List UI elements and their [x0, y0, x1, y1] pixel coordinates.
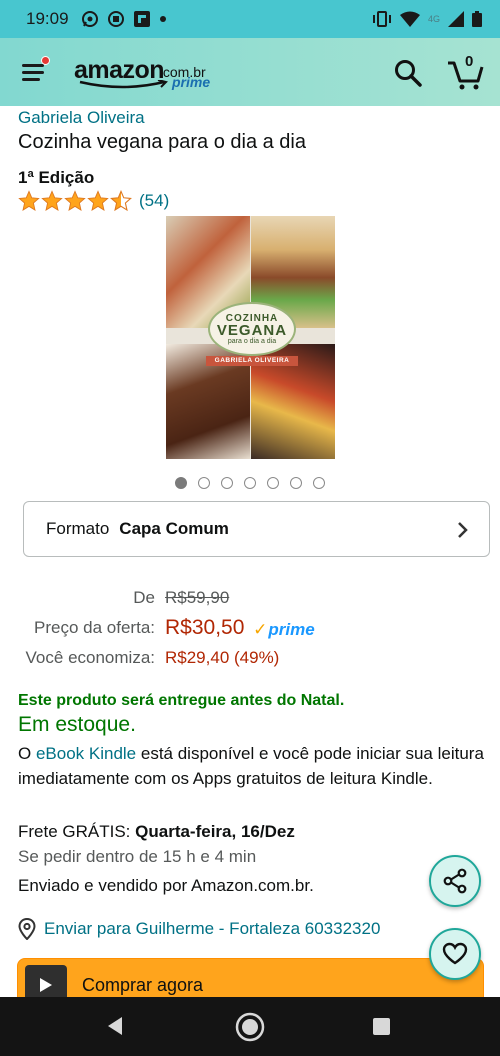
star-icon [18, 190, 40, 211]
wifi-icon [399, 11, 420, 27]
star-icon [64, 190, 86, 211]
image-dot[interactable] [221, 477, 233, 489]
chat-icon [107, 11, 124, 27]
signal-icon [448, 11, 464, 27]
search-button[interactable] [393, 58, 423, 88]
home-icon[interactable] [234, 1011, 266, 1043]
offer-price: R$30,50 [165, 616, 245, 639]
format-value: Capa Comum [119, 519, 229, 538]
smile-arrow-icon [79, 80, 168, 89]
christmas-note: Este produto será entregue antes do Nata… [18, 692, 345, 709]
list-price-label: De [133, 588, 155, 607]
status-bar: 19:09 4G [0, 0, 500, 38]
star-icon [87, 190, 109, 211]
wishlist-button[interactable] [429, 928, 481, 980]
kindle-note: O eBook Kindle está disponível e você po… [18, 742, 488, 791]
product-image[interactable]: COZINHA VEGANA para o dia a dia GABRIELA… [166, 216, 335, 459]
half-star-icon [110, 190, 132, 212]
savings-label: Você economiza: [25, 648, 155, 667]
buy-now-button[interactable]: Comprar agora [17, 958, 484, 1002]
format-label: Formato [46, 519, 110, 538]
recent-apps-icon[interactable] [373, 1018, 390, 1035]
delivery-address-link[interactable]: Enviar para Guilherme - Fortaleza 603323… [18, 918, 380, 940]
kindle-ebook-link[interactable]: eBook Kindle [36, 744, 136, 763]
battery-icon [472, 11, 482, 27]
location-pin-icon [18, 918, 36, 940]
author-link[interactable]: Gabriela Oliveira [18, 108, 145, 128]
review-count[interactable]: (54) [139, 191, 169, 211]
app-icon [133, 11, 150, 27]
cover-line3: para o dia a dia [227, 338, 277, 345]
star-rating [18, 190, 132, 212]
image-pager[interactable] [0, 477, 500, 489]
offer-price-group: R$30,50 ✓ prime [165, 616, 315, 640]
frete-date: Quarta-feira, 16/Dez [135, 822, 295, 841]
savings-value: R$29,40 (49%) [165, 648, 280, 667]
list-price: R$59,90 [165, 588, 230, 607]
list-price-row: De R$59,90 [0, 586, 500, 610]
share-icon [443, 868, 467, 894]
vibrate-icon [372, 11, 391, 27]
notification-badge [41, 56, 50, 65]
delivery-address-text: Enviar para Guilherme - Fortaleza 603323… [44, 919, 381, 938]
network-type: 4G [427, 14, 440, 24]
prime-badge-label: prime [268, 619, 315, 639]
image-dot[interactable] [198, 477, 210, 489]
app-header: amazon .com.br prime 0 [0, 38, 500, 106]
logo-prime: prime [172, 74, 211, 90]
seller-info: Enviado e vendido por Amazon.com.br. [18, 876, 314, 895]
cover-line2: VEGANA [216, 322, 288, 339]
cover-title-badge: COZINHA VEGANA para o dia a dia [208, 302, 296, 356]
amazon-logo[interactable]: amazon .com.br prime [74, 54, 214, 92]
offer-price-label: Preço da oferta: [34, 618, 155, 637]
prime-check-icon: ✓ [253, 619, 268, 639]
system-nav-bar [0, 997, 500, 1056]
notification-dot-icon [159, 16, 166, 22]
product-title: Cozinha vegana para o dia a dia [18, 131, 306, 153]
whatsapp-icon [81, 11, 98, 27]
stock-status: Em estoque. [18, 713, 136, 736]
star-icon [41, 190, 63, 211]
back-icon[interactable] [106, 1016, 124, 1036]
chevron-right-icon [458, 522, 468, 538]
heart-icon [442, 942, 468, 965]
prime-badge: ✓ prime [253, 620, 315, 640]
menu-button[interactable] [20, 56, 50, 86]
edition: 1ª Edição [18, 168, 95, 187]
shipping-info: Frete GRÁTIS: Quarta-feira, 16/Dez [18, 822, 295, 842]
status-time: 19:09 [26, 9, 69, 28]
savings-row: Você economiza: R$29,40 (49%) [0, 646, 500, 670]
rating[interactable]: (54) [18, 190, 169, 212]
buy-now-label: Comprar agora [82, 975, 204, 995]
frete-label: Frete GRÁTIS: [18, 822, 136, 841]
share-button[interactable] [429, 855, 481, 907]
image-dot[interactable] [267, 477, 279, 489]
cart-button[interactable]: 0 [446, 53, 486, 91]
image-dot[interactable] [313, 477, 325, 489]
image-dot[interactable] [175, 477, 187, 489]
play-icon [40, 978, 52, 992]
image-dot[interactable] [290, 477, 302, 489]
offer-price-row: Preço da oferta: R$30,50 ✓ prime [0, 614, 500, 642]
order-deadline: Se pedir dentro de 15 h e 4 min [18, 847, 257, 866]
kindle-prefix: O [18, 744, 36, 763]
image-dot[interactable] [244, 477, 256, 489]
format-selector[interactable]: Formato Capa Comum [23, 501, 490, 557]
cover-author: GABRIELA OLIVEIRA [206, 356, 298, 366]
cart-count: 0 [465, 53, 474, 70]
search-icon [395, 60, 422, 87]
